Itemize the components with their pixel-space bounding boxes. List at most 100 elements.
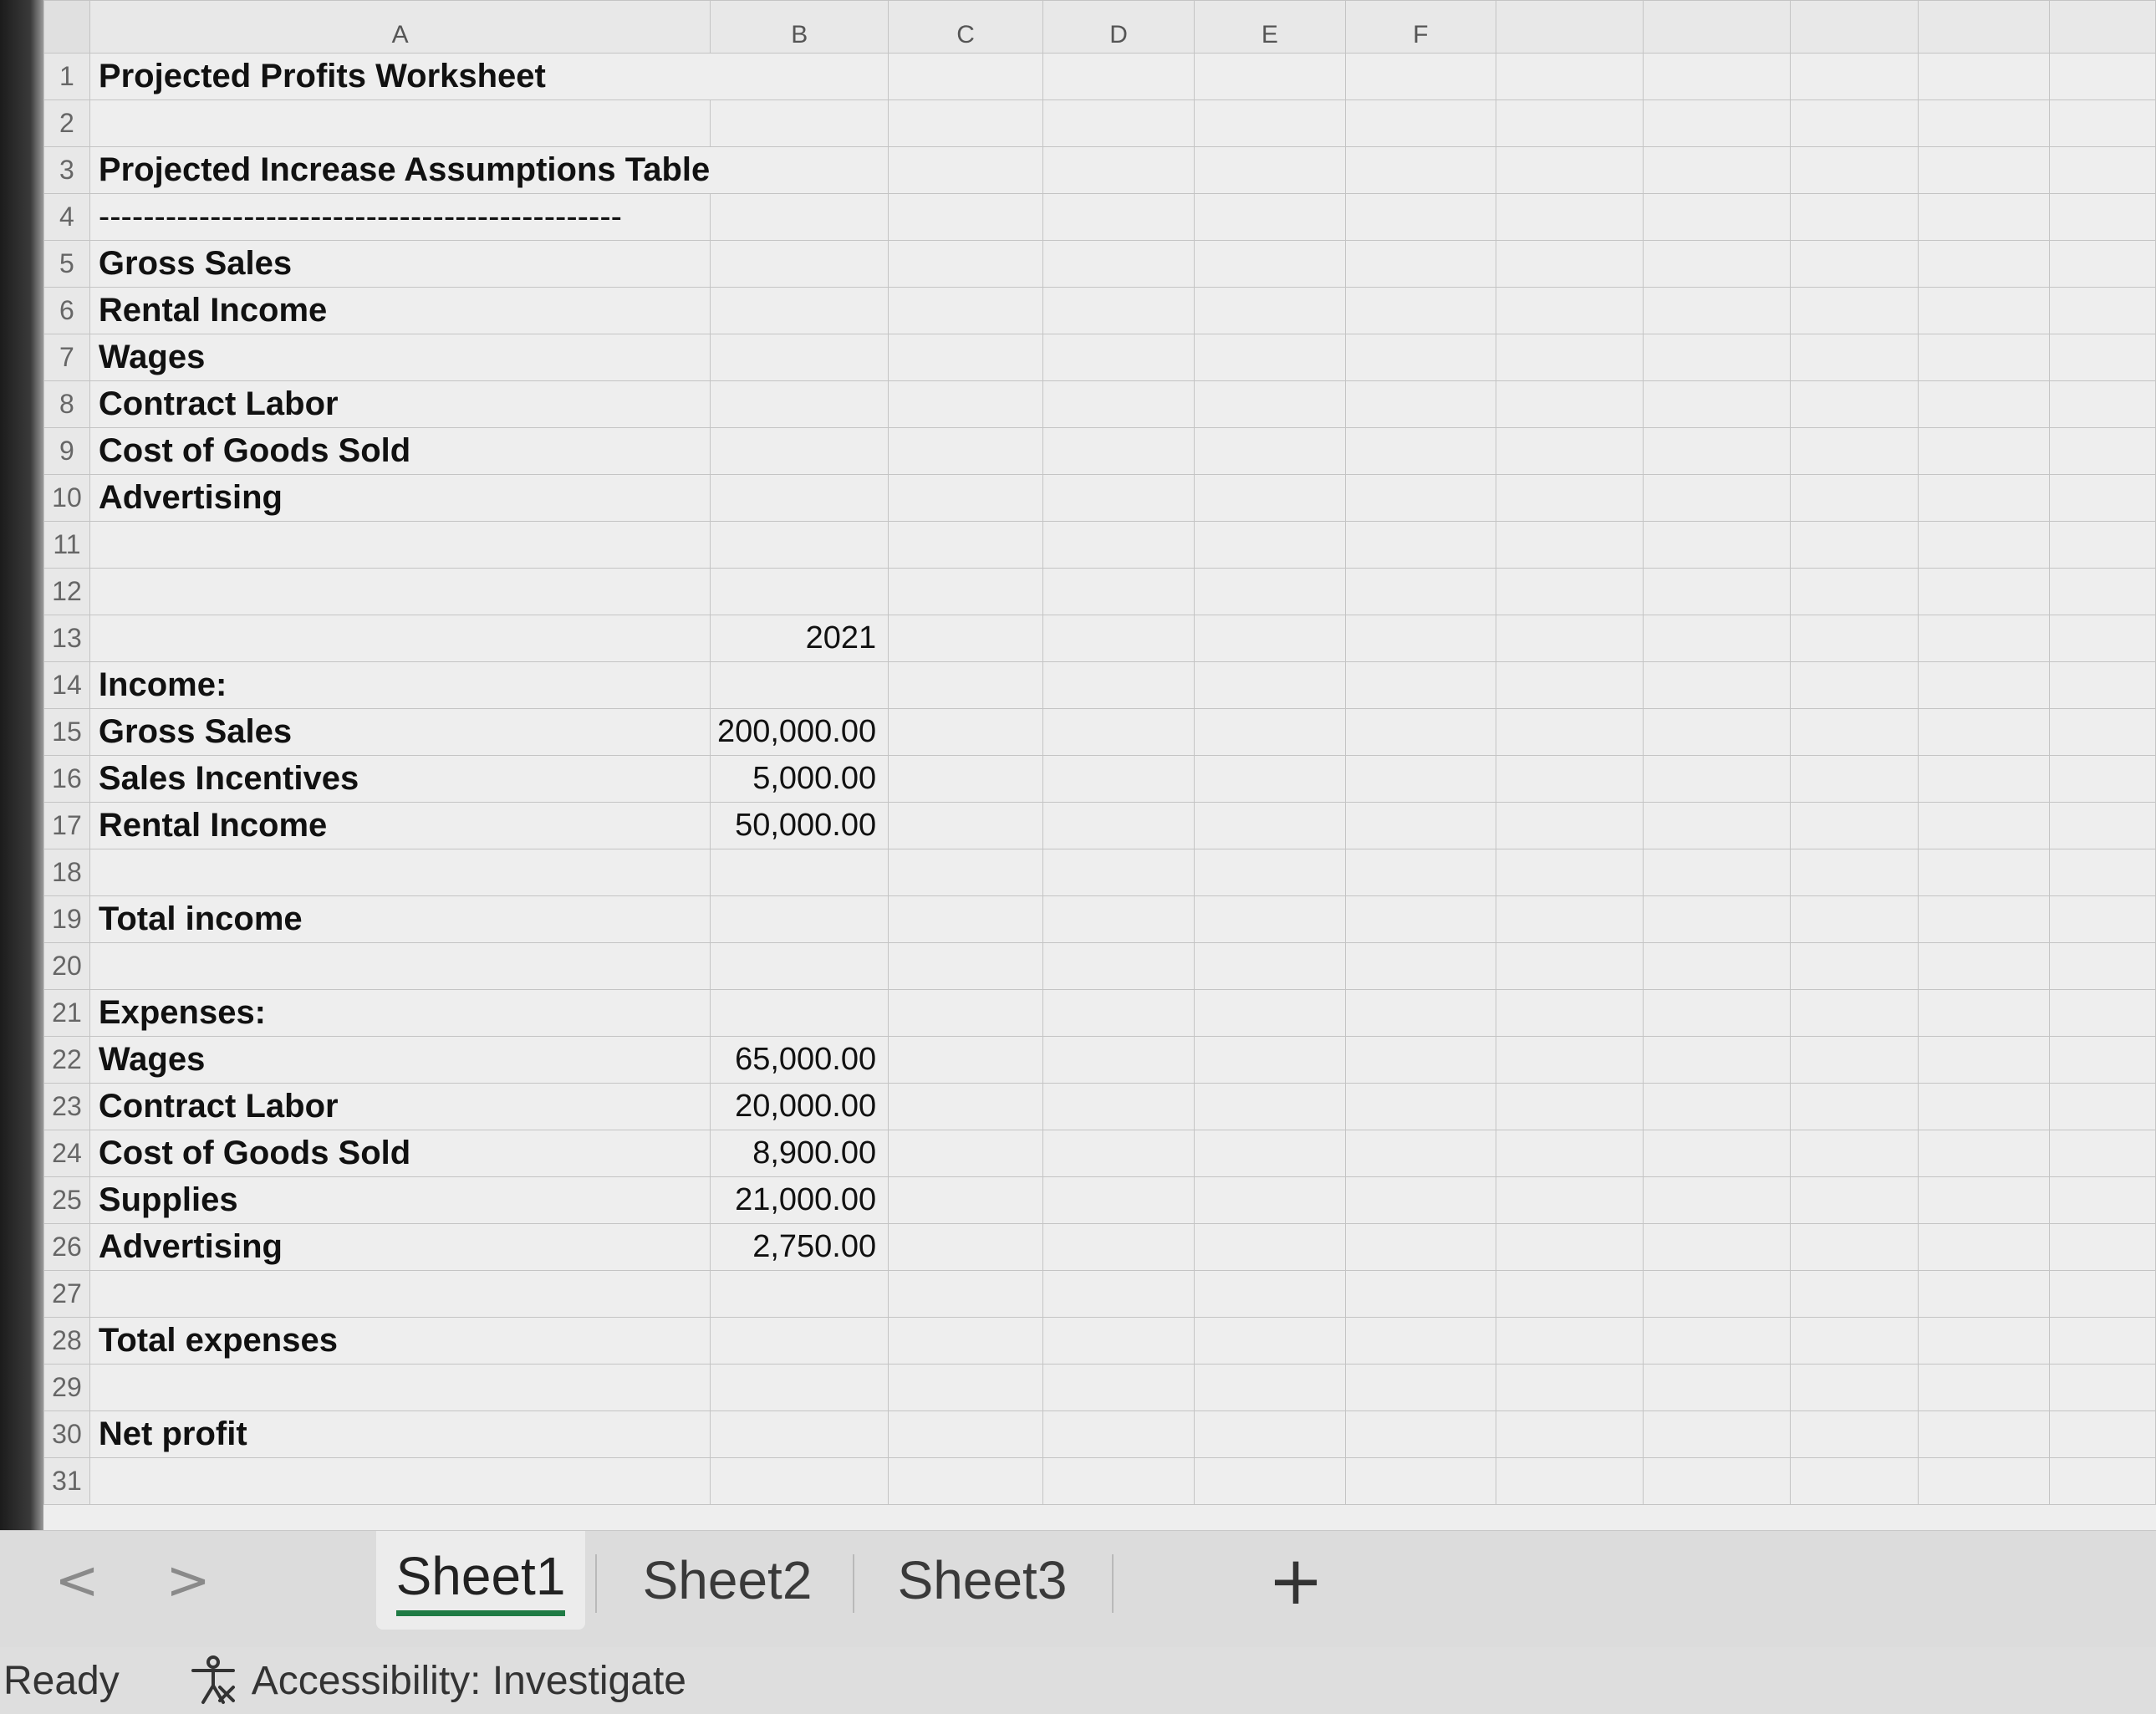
cell-a17[interactable]: Rental Income <box>89 802 711 849</box>
grid-cell[interactable] <box>1790 146 1919 194</box>
grid-cell[interactable] <box>1643 1364 1792 1411</box>
cell-a13[interactable] <box>89 615 711 662</box>
cell-b13[interactable]: 2021 <box>710 615 889 662</box>
row-header[interactable]: 10 <box>43 474 90 522</box>
grid-cell[interactable] <box>1042 1176 1195 1224</box>
grid-cell[interactable] <box>1643 942 1792 990</box>
grid-cell[interactable] <box>2048 849 2156 896</box>
cell-a5[interactable]: Gross Sales <box>89 240 711 288</box>
grid-cell[interactable] <box>2048 1176 2156 1224</box>
grid-cell[interactable] <box>1643 1457 1792 1505</box>
grid-cell[interactable] <box>888 1270 1044 1318</box>
grid-cell[interactable] <box>888 568 1044 615</box>
grid-cell[interactable] <box>1194 99 1346 147</box>
grid-cell[interactable] <box>1042 1036 1195 1084</box>
grid-cell[interactable] <box>1042 989 1195 1037</box>
grid-cell[interactable] <box>1042 661 1195 709</box>
grid-cell[interactable] <box>1194 849 1346 896</box>
grid-cell[interactable] <box>1643 708 1792 756</box>
row-header[interactable]: 29 <box>43 1364 90 1411</box>
grid-cell[interactable] <box>1918 802 2050 849</box>
grid-cell[interactable] <box>1643 568 1792 615</box>
scroll-tabs-right-button[interactable]: > <box>163 1548 213 1615</box>
row-header[interactable]: 22 <box>43 1036 90 1084</box>
grid-cell[interactable] <box>1344 474 1496 522</box>
grid-cell[interactable] <box>1344 1457 1496 1505</box>
grid-cell[interactable] <box>888 1410 1044 1458</box>
grid-cell[interactable] <box>1194 1223 1346 1271</box>
grid-cell[interactable] <box>2048 334 2156 381</box>
grid-cell[interactable] <box>1194 474 1346 522</box>
grid-cell[interactable] <box>1918 427 2050 475</box>
cell-b8[interactable] <box>710 380 889 428</box>
grid-cell[interactable] <box>1643 661 1792 709</box>
grid-cell[interactable] <box>2048 1130 2156 1177</box>
row-header[interactable]: 23 <box>43 1083 90 1130</box>
grid-cell[interactable] <box>1344 99 1496 147</box>
grid-cell[interactable] <box>1643 240 1792 288</box>
grid-cell[interactable] <box>1790 474 1919 522</box>
row-header[interactable]: 6 <box>43 287 90 334</box>
grid-cell[interactable] <box>888 146 1044 194</box>
row-header[interactable]: 14 <box>43 661 90 709</box>
cell-b22[interactable]: 65,000.00 <box>710 1036 889 1084</box>
grid-cell[interactable] <box>1042 1223 1195 1271</box>
grid-cell[interactable] <box>2048 802 2156 849</box>
row-header[interactable]: 7 <box>43 334 90 381</box>
grid-cell[interactable] <box>1344 708 1496 756</box>
row-header[interactable]: 12 <box>43 568 90 615</box>
row-header[interactable]: 4 <box>43 193 90 241</box>
grid-cell[interactable] <box>1344 1223 1496 1271</box>
grid-cell[interactable] <box>1918 849 2050 896</box>
row-header[interactable]: 3 <box>43 146 90 194</box>
grid-cell[interactable] <box>1194 287 1346 334</box>
row-header[interactable]: 28 <box>43 1317 90 1365</box>
grid-cell[interactable] <box>1790 802 1919 849</box>
cell-b2[interactable] <box>710 99 889 147</box>
grid-cell[interactable] <box>1194 427 1346 475</box>
row-header[interactable]: 31 <box>43 1457 90 1505</box>
grid-cell[interactable] <box>1918 1130 2050 1177</box>
grid-cell[interactable] <box>1790 1270 1919 1318</box>
grid-cell[interactable] <box>1194 521 1346 569</box>
grid-cell[interactable] <box>1042 521 1195 569</box>
grid-cell[interactable] <box>1194 1410 1346 1458</box>
grid-cell[interactable] <box>1194 1270 1346 1318</box>
grid-cell[interactable] <box>1643 53 1792 100</box>
grid-cell[interactable] <box>1042 755 1195 803</box>
grid-cell[interactable] <box>1344 146 1496 194</box>
grid-cell[interactable] <box>1918 1457 2050 1505</box>
grid-cell[interactable] <box>1344 287 1496 334</box>
grid-cell[interactable] <box>1918 615 2050 662</box>
scroll-tabs-left-button[interactable]: < <box>52 1548 102 1615</box>
grid-cell[interactable] <box>1918 193 2050 241</box>
grid-cell[interactable] <box>1495 99 1644 147</box>
grid-cell[interactable] <box>1042 895 1195 943</box>
cell-a4[interactable]: ----------------------------------------… <box>89 193 711 241</box>
grid-cell[interactable] <box>2048 1083 2156 1130</box>
grid-cell[interactable] <box>888 615 1044 662</box>
grid-cell[interactable] <box>888 474 1044 522</box>
grid-cell[interactable] <box>1042 1083 1195 1130</box>
grid-cell[interactable] <box>1918 240 2050 288</box>
grid-cell[interactable] <box>1790 1410 1919 1458</box>
grid-cell[interactable] <box>1790 193 1919 241</box>
grid-cell[interactable] <box>888 521 1044 569</box>
grid-cell[interactable] <box>2048 427 2156 475</box>
grid-cell[interactable] <box>1344 1410 1496 1458</box>
grid-cell[interactable] <box>1495 802 1644 849</box>
grid-cell[interactable] <box>1194 1130 1346 1177</box>
grid-cell[interactable] <box>1194 1364 1346 1411</box>
column-header-c[interactable]: C <box>888 0 1044 54</box>
grid-cell[interactable] <box>1643 287 1792 334</box>
grid-cell[interactable] <box>1194 1083 1346 1130</box>
row-header[interactable]: 11 <box>43 521 90 569</box>
grid-cell[interactable] <box>1344 895 1496 943</box>
grid-cell[interactable] <box>2048 1036 2156 1084</box>
grid-cell[interactable] <box>1918 1317 2050 1365</box>
grid-cell[interactable] <box>1042 802 1195 849</box>
grid-cell[interactable] <box>1344 1036 1496 1084</box>
grid-cell[interactable] <box>1042 849 1195 896</box>
grid-cell[interactable] <box>1790 1364 1919 1411</box>
grid-cell[interactable] <box>1495 568 1644 615</box>
